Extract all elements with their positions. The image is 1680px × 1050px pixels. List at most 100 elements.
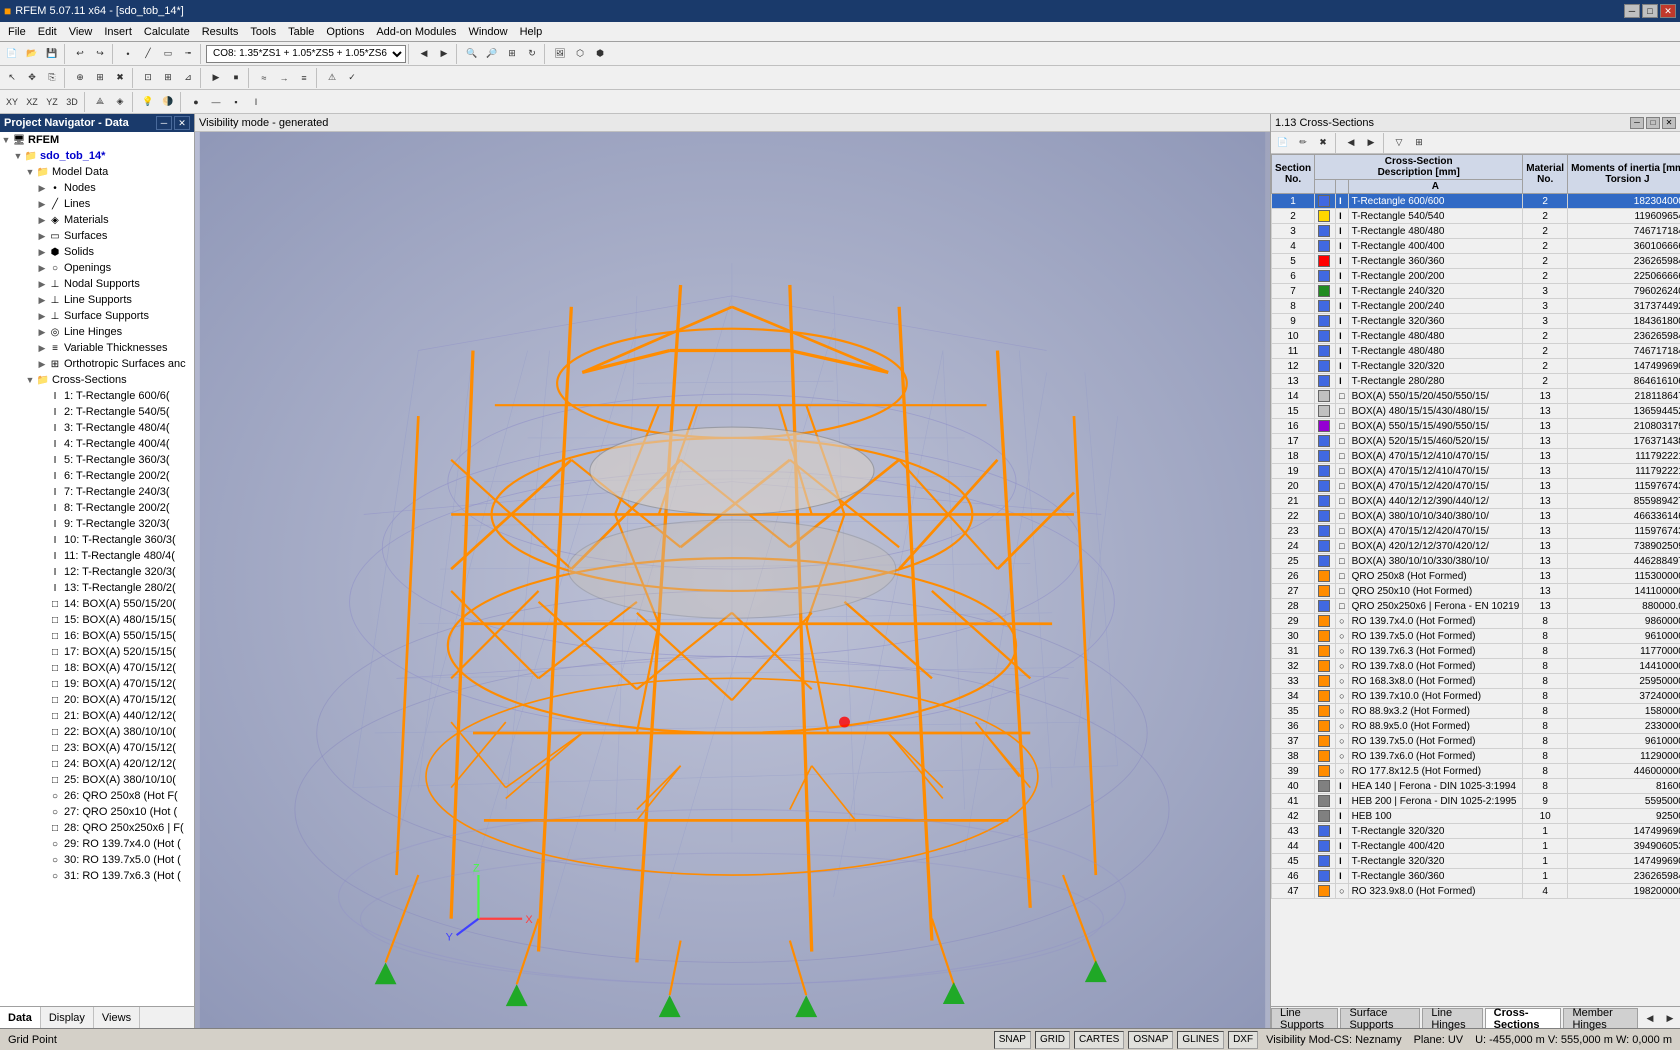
tree-cs-5[interactable]: I5: T-Rectangle 360/3(: [0, 452, 194, 468]
nav-tab-data[interactable]: Data: [0, 1007, 41, 1028]
tree-cs-16[interactable]: □16: BOX(A) 550/15/15(: [0, 628, 194, 644]
glines-button[interactable]: GLINES: [1177, 1031, 1224, 1049]
tb-render[interactable]: 🖼: [550, 44, 570, 64]
tree-cs-18[interactable]: □18: BOX(A) 470/15/12(: [0, 660, 194, 676]
nav-tab-display[interactable]: Display: [41, 1007, 94, 1028]
menu-table[interactable]: Table: [282, 25, 320, 39]
viewport[interactable]: Visibility mode - generated: [195, 114, 1270, 1028]
tree-cs-26[interactable]: ○26: QRO 250x8 (Hot F(: [0, 788, 194, 804]
tab-line-hinges[interactable]: Line Hinges: [1422, 1008, 1482, 1028]
restore-button[interactable]: □: [1642, 4, 1658, 18]
tree-model-data[interactable]: ▼ 📁 Model Data: [0, 164, 194, 180]
tb2-node-add[interactable]: ⊕: [70, 68, 90, 88]
tb-next[interactable]: ▶: [434, 44, 454, 64]
right-panel-float[interactable]: □: [1646, 117, 1660, 129]
tb-node[interactable]: •: [118, 44, 138, 64]
table-row[interactable]: 32 ○ RO 139.7x8.0 (Hot Formed) 8 1441000…: [1272, 659, 1680, 674]
table-row[interactable]: 42 I HEB 100 10 92500 4495000.0 0: [1272, 809, 1680, 824]
tb3-disp-nodes[interactable]: ●: [186, 92, 206, 112]
table-row[interactable]: 45 I T-Rectangle 320/320 1 147499690 873…: [1272, 854, 1680, 869]
table-row[interactable]: 3 I T-Rectangle 480/480 2 746717184 4423…: [1272, 224, 1680, 239]
table-row[interactable]: 46 I T-Rectangle 360/360 1 236265984 139…: [1272, 869, 1680, 884]
tb2-snap[interactable]: ⊡: [138, 68, 158, 88]
cross-section-table-container[interactable]: SectionNo. Cross-SectionDescription [mm]…: [1271, 154, 1680, 1006]
tb3-xy[interactable]: XY: [2, 92, 22, 112]
table-row[interactable]: 34 ○ RO 139.7x10.0 (Hot Formed) 8 372400…: [1272, 689, 1680, 704]
table-row[interactable]: 1 I T-Rectangle 600/600 2 182304000 1080…: [1272, 194, 1680, 209]
table-row[interactable]: 30 ○ RO 139.7x5.0 (Hot Formed) 8 9610000…: [1272, 629, 1680, 644]
tree-cs-25[interactable]: □25: BOX(A) 380/10/10(: [0, 772, 194, 788]
table-row[interactable]: 29 ○ RO 139.7x4.0 (Hot Formed) 8 9860000…: [1272, 614, 1680, 629]
tree-rfem[interactable]: ▼ 🖥 RFEM: [0, 132, 194, 148]
tb-save[interactable]: 💾: [42, 44, 62, 64]
tb2-ortho[interactable]: ⊿: [178, 68, 198, 88]
table-row[interactable]: 14 □ BOX(A) 550/15/20/450/550/15/ 13 218…: [1272, 389, 1680, 404]
tb3-3d[interactable]: 3D: [62, 92, 82, 112]
nav-close[interactable]: ✕: [174, 116, 190, 130]
grid-button[interactable]: GRID: [1035, 1031, 1070, 1049]
table-row[interactable]: 9 I T-Rectangle 320/360 3 184361800 1244…: [1272, 314, 1680, 329]
table-row[interactable]: 39 ○ RO 177.8x12.5 (Hot Formed) 8 446000…: [1272, 764, 1680, 779]
tree-cs-12[interactable]: I12: T-Rectangle 320/3(: [0, 564, 194, 580]
tree-orthotropic[interactable]: ▶ ⊞ Orthotropic Surfaces anc: [0, 356, 194, 372]
tree-cs-22[interactable]: □22: BOX(A) 380/10/10(: [0, 724, 194, 740]
table-row[interactable]: 18 □ BOX(A) 470/15/12/410/470/15/ 13 111…: [1272, 449, 1680, 464]
menu-results[interactable]: Results: [196, 25, 245, 39]
table-row[interactable]: 38 ○ RO 139.7x6.0 (Hot Formed) 8 1129000…: [1272, 749, 1680, 764]
menu-edit[interactable]: Edit: [32, 25, 63, 39]
tb2-stop[interactable]: ⏹: [226, 68, 246, 88]
rp-edit[interactable]: ✏: [1293, 133, 1313, 153]
snap-button[interactable]: SNAP: [994, 1031, 1031, 1049]
table-row[interactable]: 15 □ BOX(A) 480/15/15/430/480/15/ 13 136…: [1272, 404, 1680, 419]
table-row[interactable]: 17 □ BOX(A) 520/15/15/460/520/15/ 13 176…: [1272, 434, 1680, 449]
tree-surface-supports[interactable]: ▶ ⊥ Surface Supports: [0, 308, 194, 324]
tree-cs-14[interactable]: □14: BOX(A) 550/15/20(: [0, 596, 194, 612]
tb2-copy[interactable]: ⎘: [42, 68, 62, 88]
tree-cs-6[interactable]: I6: T-Rectangle 200/2(: [0, 468, 194, 484]
tree-cs-11[interactable]: I11: T-Rectangle 480/4(: [0, 548, 194, 564]
tb2-move[interactable]: ✥: [22, 68, 42, 88]
right-panel-close[interactable]: ✕: [1662, 117, 1676, 129]
tree-cs-13[interactable]: I13: T-Rectangle 280/2(: [0, 580, 194, 596]
table-row[interactable]: 5 I T-Rectangle 360/360 2 236265984 1399…: [1272, 254, 1680, 269]
table-row[interactable]: 13 I T-Rectangle 280/280 2 864616106 512…: [1272, 374, 1680, 389]
tb3-disp-surf[interactable]: ▪: [226, 92, 246, 112]
table-row[interactable]: 33 ○ RO 168.3x8.0 (Hot Formed) 8 2595000…: [1272, 674, 1680, 689]
tb2-del[interactable]: ✖: [110, 68, 130, 88]
rp-filter[interactable]: ▽: [1389, 133, 1409, 153]
table-row[interactable]: 7 I T-Rectangle 240/320 3 796026240 6553…: [1272, 284, 1680, 299]
tab-cross-sections[interactable]: Cross-Sections: [1485, 1008, 1562, 1028]
tree-cs-31[interactable]: ○31: RO 139.7x6.3 (Hot (: [0, 868, 194, 884]
table-row[interactable]: 37 ○ RO 139.7x5.0 (Hot Formed) 8 9610000…: [1272, 734, 1680, 749]
tb-new[interactable]: 📄: [2, 44, 22, 64]
table-row[interactable]: 27 □ QRO 250x10 (Hot Formed) 13 14110000…: [1272, 584, 1680, 599]
table-row[interactable]: 26 □ QRO 250x8 (Hot Formed) 13 115300000…: [1272, 569, 1680, 584]
tb-line[interactable]: ╱: [138, 44, 158, 64]
menu-tools[interactable]: Tools: [244, 25, 282, 39]
table-row[interactable]: 11 I T-Rectangle 480/480 2 746717184 442…: [1272, 344, 1680, 359]
table-row[interactable]: 8 I T-Rectangle 200/240 3 317374492 2304…: [1272, 299, 1680, 314]
table-row[interactable]: 25 □ BOX(A) 380/10/10/330/380/10/ 13 446…: [1272, 554, 1680, 569]
tab-scroll-right[interactable]: ▶: [1660, 1008, 1680, 1028]
rp-delete[interactable]: ✖: [1313, 133, 1333, 153]
tb-zoom-in[interactable]: 🔍: [462, 44, 482, 64]
table-row[interactable]: 24 □ BOX(A) 420/12/12/370/420/12/ 13 738…: [1272, 539, 1680, 554]
tree-cs-8[interactable]: I8: T-Rectangle 200/2(: [0, 500, 194, 516]
table-row[interactable]: 10 I T-Rectangle 480/480 2 236265984 139…: [1272, 329, 1680, 344]
tab-member-hinges[interactable]: Member Hinges: [1563, 1008, 1638, 1028]
tb-member[interactable]: ╼: [178, 44, 198, 64]
tree-model[interactable]: ▼ 📁 sdo_tob_14*: [0, 148, 194, 164]
tree-nodes[interactable]: ▶ • Nodes: [0, 180, 194, 196]
table-row[interactable]: 31 ○ RO 139.7x6.3 (Hot Formed) 8 1177000…: [1272, 644, 1680, 659]
tree-variable-thicknesses[interactable]: ▶ ≡ Variable Thicknesses: [0, 340, 194, 356]
tb2-line-add[interactable]: ⊞: [90, 68, 110, 88]
tree-cs-21[interactable]: □21: BOX(A) 440/12/12(: [0, 708, 194, 724]
table-row[interactable]: 28 □ QRO 250x250x6 | Ferona - EN 10219 1…: [1272, 599, 1680, 614]
table-row[interactable]: 4 I T-Rectangle 400/400 2 360106666 2133…: [1272, 239, 1680, 254]
menu-options[interactable]: Options: [320, 25, 370, 39]
tree-cs-28[interactable]: □28: QRO 250x250x6 | F(: [0, 820, 194, 836]
tb2-force[interactable]: →: [274, 68, 294, 88]
tb2-warn[interactable]: ⚠: [322, 68, 342, 88]
tb-redo[interactable]: ↪: [90, 44, 110, 64]
tree-cs-4[interactable]: I4: T-Rectangle 400/4(: [0, 436, 194, 452]
